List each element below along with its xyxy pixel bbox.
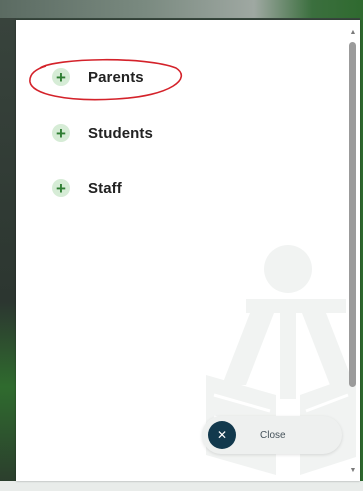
menu-item-parents[interactable]: + Parents	[52, 64, 144, 90]
backdrop-left-strip	[0, 18, 16, 491]
backdrop-top-strip	[0, 0, 363, 18]
plus-icon: +	[52, 68, 70, 86]
scrollbar-thumb[interactable]	[349, 42, 356, 387]
menu-modal: + Parents + Students + Staff ▲ ▼ ✕ Close	[16, 20, 360, 481]
menu-item-label: Students	[88, 124, 153, 142]
backdrop-bottom-strip	[0, 481, 363, 491]
menu-item-label: Parents	[88, 68, 144, 86]
menu-item-staff[interactable]: + Staff	[52, 175, 122, 201]
menu-item-label: Staff	[88, 179, 122, 197]
plus-icon: +	[52, 179, 70, 197]
triangle-up-icon[interactable]: ▲	[348, 28, 358, 38]
menu-item-students[interactable]: + Students	[52, 120, 153, 146]
plus-icon: +	[52, 124, 70, 142]
close-icon: ✕	[208, 421, 236, 449]
vertical-scrollbar[interactable]: ▲ ▼	[348, 28, 358, 476]
close-button[interactable]: ✕ Close	[202, 416, 342, 454]
close-label: Close	[260, 429, 286, 441]
triangle-down-icon[interactable]: ▼	[348, 466, 358, 476]
